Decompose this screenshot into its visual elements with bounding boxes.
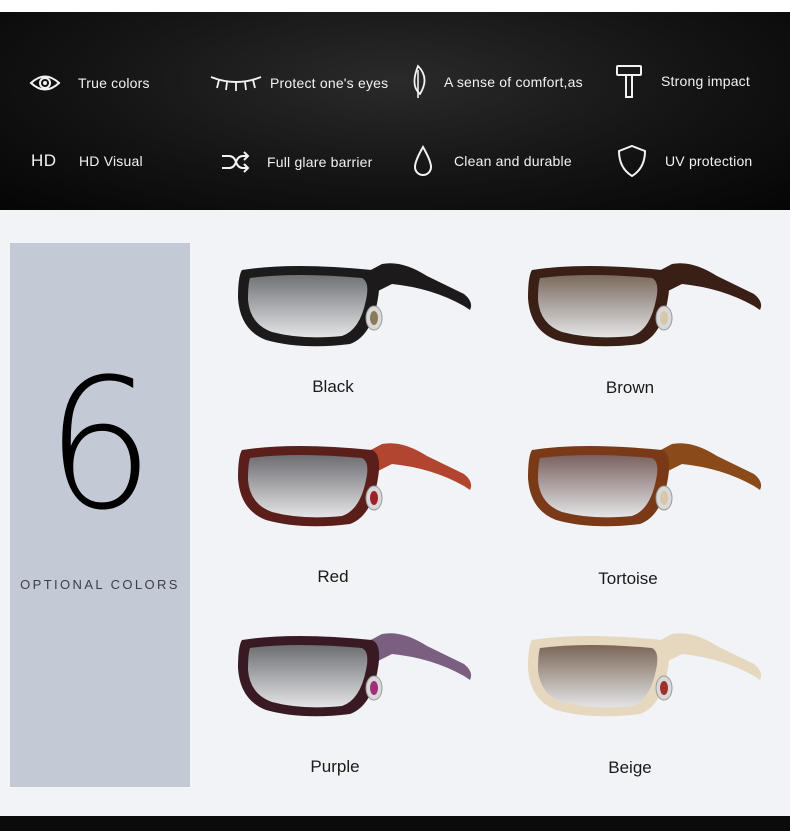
sunglasses-purple[interactable] (232, 628, 482, 738)
feature-label: HD Visual (79, 153, 143, 169)
hammer-icon (614, 62, 644, 100)
color-name-red[interactable]: Red (233, 567, 433, 587)
optional-colors-label: OPTIONAL COLORS (20, 577, 180, 592)
shield-icon (616, 144, 648, 178)
color-name-purple[interactable]: Purple (235, 757, 435, 777)
feature-label: True colors (78, 75, 150, 91)
feature-label: Clean and durable (454, 153, 572, 169)
color-name-beige[interactable]: Beige (530, 758, 730, 778)
feature-strong-impact: Strong impact (614, 62, 750, 100)
feature-glare-barrier: Full glare barrier (219, 150, 373, 174)
feather-icon (405, 64, 431, 100)
sunglasses-tortoise[interactable] (522, 438, 772, 548)
top-strip (0, 0, 790, 12)
sunglasses-black[interactable] (232, 258, 482, 368)
hd-icon: HD (31, 151, 57, 170)
feature-banner: True colors Protect one's eyes A sense o… (0, 12, 790, 210)
color-count: 6 (45, 341, 155, 550)
sunglasses-brown[interactable] (522, 258, 772, 368)
eye-icon (28, 70, 62, 96)
bottom-bar (0, 816, 790, 831)
eyelash-icon (208, 72, 264, 94)
feature-protect-eyes: Protect one's eyes (208, 72, 388, 94)
feature-true-colors: True colors (28, 70, 150, 96)
shuffle-icon (219, 150, 251, 174)
feature-comfort: A sense of comfort,as (405, 64, 583, 100)
feature-hd-visual: HD HD Visual (31, 151, 143, 171)
feature-clean-durable: Clean and durable (412, 144, 572, 178)
feature-label: Strong impact (661, 73, 750, 89)
color-name-brown[interactable]: Brown (530, 378, 730, 398)
feature-label: Full glare barrier (267, 154, 373, 170)
feature-uv-protection: UV protection (616, 144, 752, 178)
feature-label: A sense of comfort,as (444, 74, 583, 90)
sunglasses-beige[interactable] (522, 628, 772, 738)
color-name-black[interactable]: Black (233, 377, 433, 397)
feature-label: Protect one's eyes (270, 75, 389, 91)
feature-label: UV protection (665, 153, 753, 169)
water-drop-icon (412, 144, 434, 178)
color-name-tortoise[interactable]: Tortoise (528, 569, 728, 589)
sunglasses-red[interactable] (232, 438, 482, 548)
